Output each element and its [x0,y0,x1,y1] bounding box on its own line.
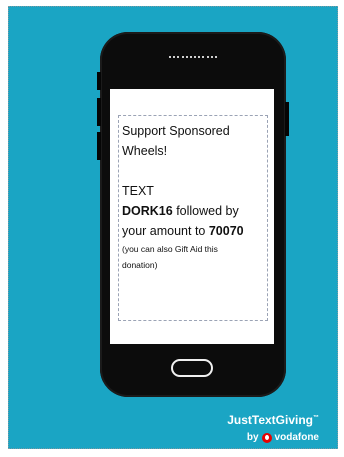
phone-illustration: Support Sponsored Wheels! TEXT DORK16 fo… [97,32,289,397]
phone-screen: Support Sponsored Wheels! TEXT DORK16 fo… [110,89,274,344]
phone-side-button [285,102,289,136]
phone-speaker-icon [169,54,217,60]
promo-card: Support Sponsored Wheels! TEXT DORK16 fo… [8,6,338,449]
donation-instructions: Support Sponsored Wheels! TEXT DORK16 fo… [118,115,268,321]
phone-side-button [97,132,101,160]
phone-side-button [97,98,101,126]
vodafone-logo-icon [261,433,272,443]
amount-line: your amount to 70070 [122,224,244,238]
gift-aid-note: (you can also Gift Aid this [122,244,218,254]
phone-home-button-icon [171,359,213,377]
brand-partner: by vodafone [246,432,319,443]
message-line: Support Sponsored [122,124,230,138]
phone-side-button [97,72,101,90]
gift-aid-note: donation) [122,260,158,270]
donation-code: DORK16 [122,204,173,218]
brand-name: JustTextGiving™ [227,413,319,427]
text-label: TEXT [122,184,154,198]
short-code-number: 70070 [208,224,244,238]
brand-logo: JustTextGiving™ by vodafone [179,411,319,445]
message-line: Wheels! [122,144,168,158]
code-line: DORK16 followed by [122,204,239,218]
